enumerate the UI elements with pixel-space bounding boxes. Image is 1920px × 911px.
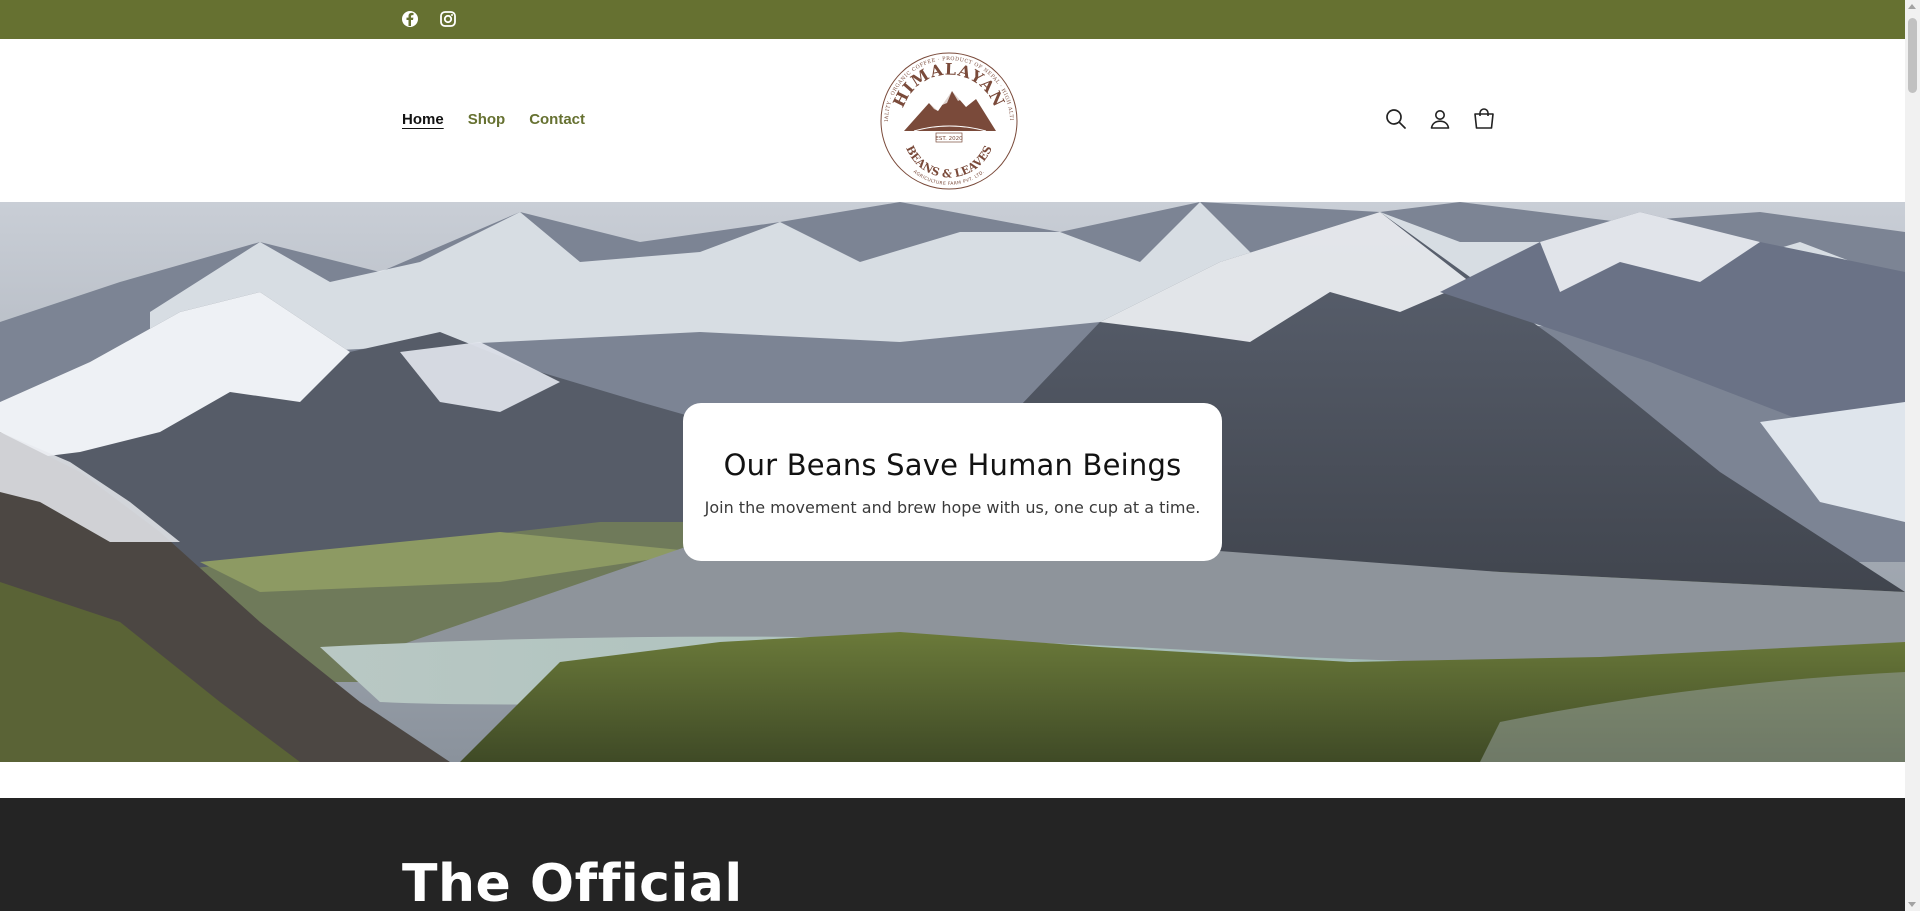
hero-subtitle: Join the movement and brew hope with us,… [704, 497, 1201, 517]
cart-icon[interactable] [1472, 107, 1496, 131]
page-scrollbar[interactable] [1905, 0, 1920, 911]
header-icons [1384, 107, 1496, 131]
scroll-up-arrow-icon[interactable] [1908, 4, 1916, 9]
logo-est-badge: EST. 2020 [935, 136, 963, 142]
scrollbar-thumb[interactable] [1908, 18, 1917, 93]
nav-link-home[interactable]: Home [402, 111, 444, 128]
search-icon[interactable] [1384, 107, 1408, 131]
facebook-icon[interactable] [400, 9, 420, 29]
brand-logo[interactable]: SPECIALITY · ORGANIC COFFEE · PRODUCT OF… [872, 47, 1024, 191]
instagram-icon[interactable] [438, 9, 458, 29]
hero-title: Our Beans Save Human Beings [723, 447, 1182, 482]
nav-link-shop[interactable]: Shop [468, 111, 506, 128]
social-links [400, 9, 458, 29]
hero-banner: Our Beans Save Human Beings Join the mov… [0, 202, 1905, 762]
site-header: Home Shop Contact SPECIALITY · ORGANIC C… [0, 39, 1905, 202]
section-title: The Official [402, 854, 743, 911]
account-icon[interactable] [1428, 107, 1452, 131]
nav-link-contact[interactable]: Contact [529, 111, 585, 128]
hero-text-card: Our Beans Save Human Beings Join the mov… [683, 403, 1222, 561]
announcement-bar [0, 0, 1905, 39]
main-nav: Home Shop Contact [402, 111, 585, 128]
scroll-down-arrow-icon[interactable] [1908, 902, 1916, 907]
dark-section: The Official [0, 798, 1905, 911]
